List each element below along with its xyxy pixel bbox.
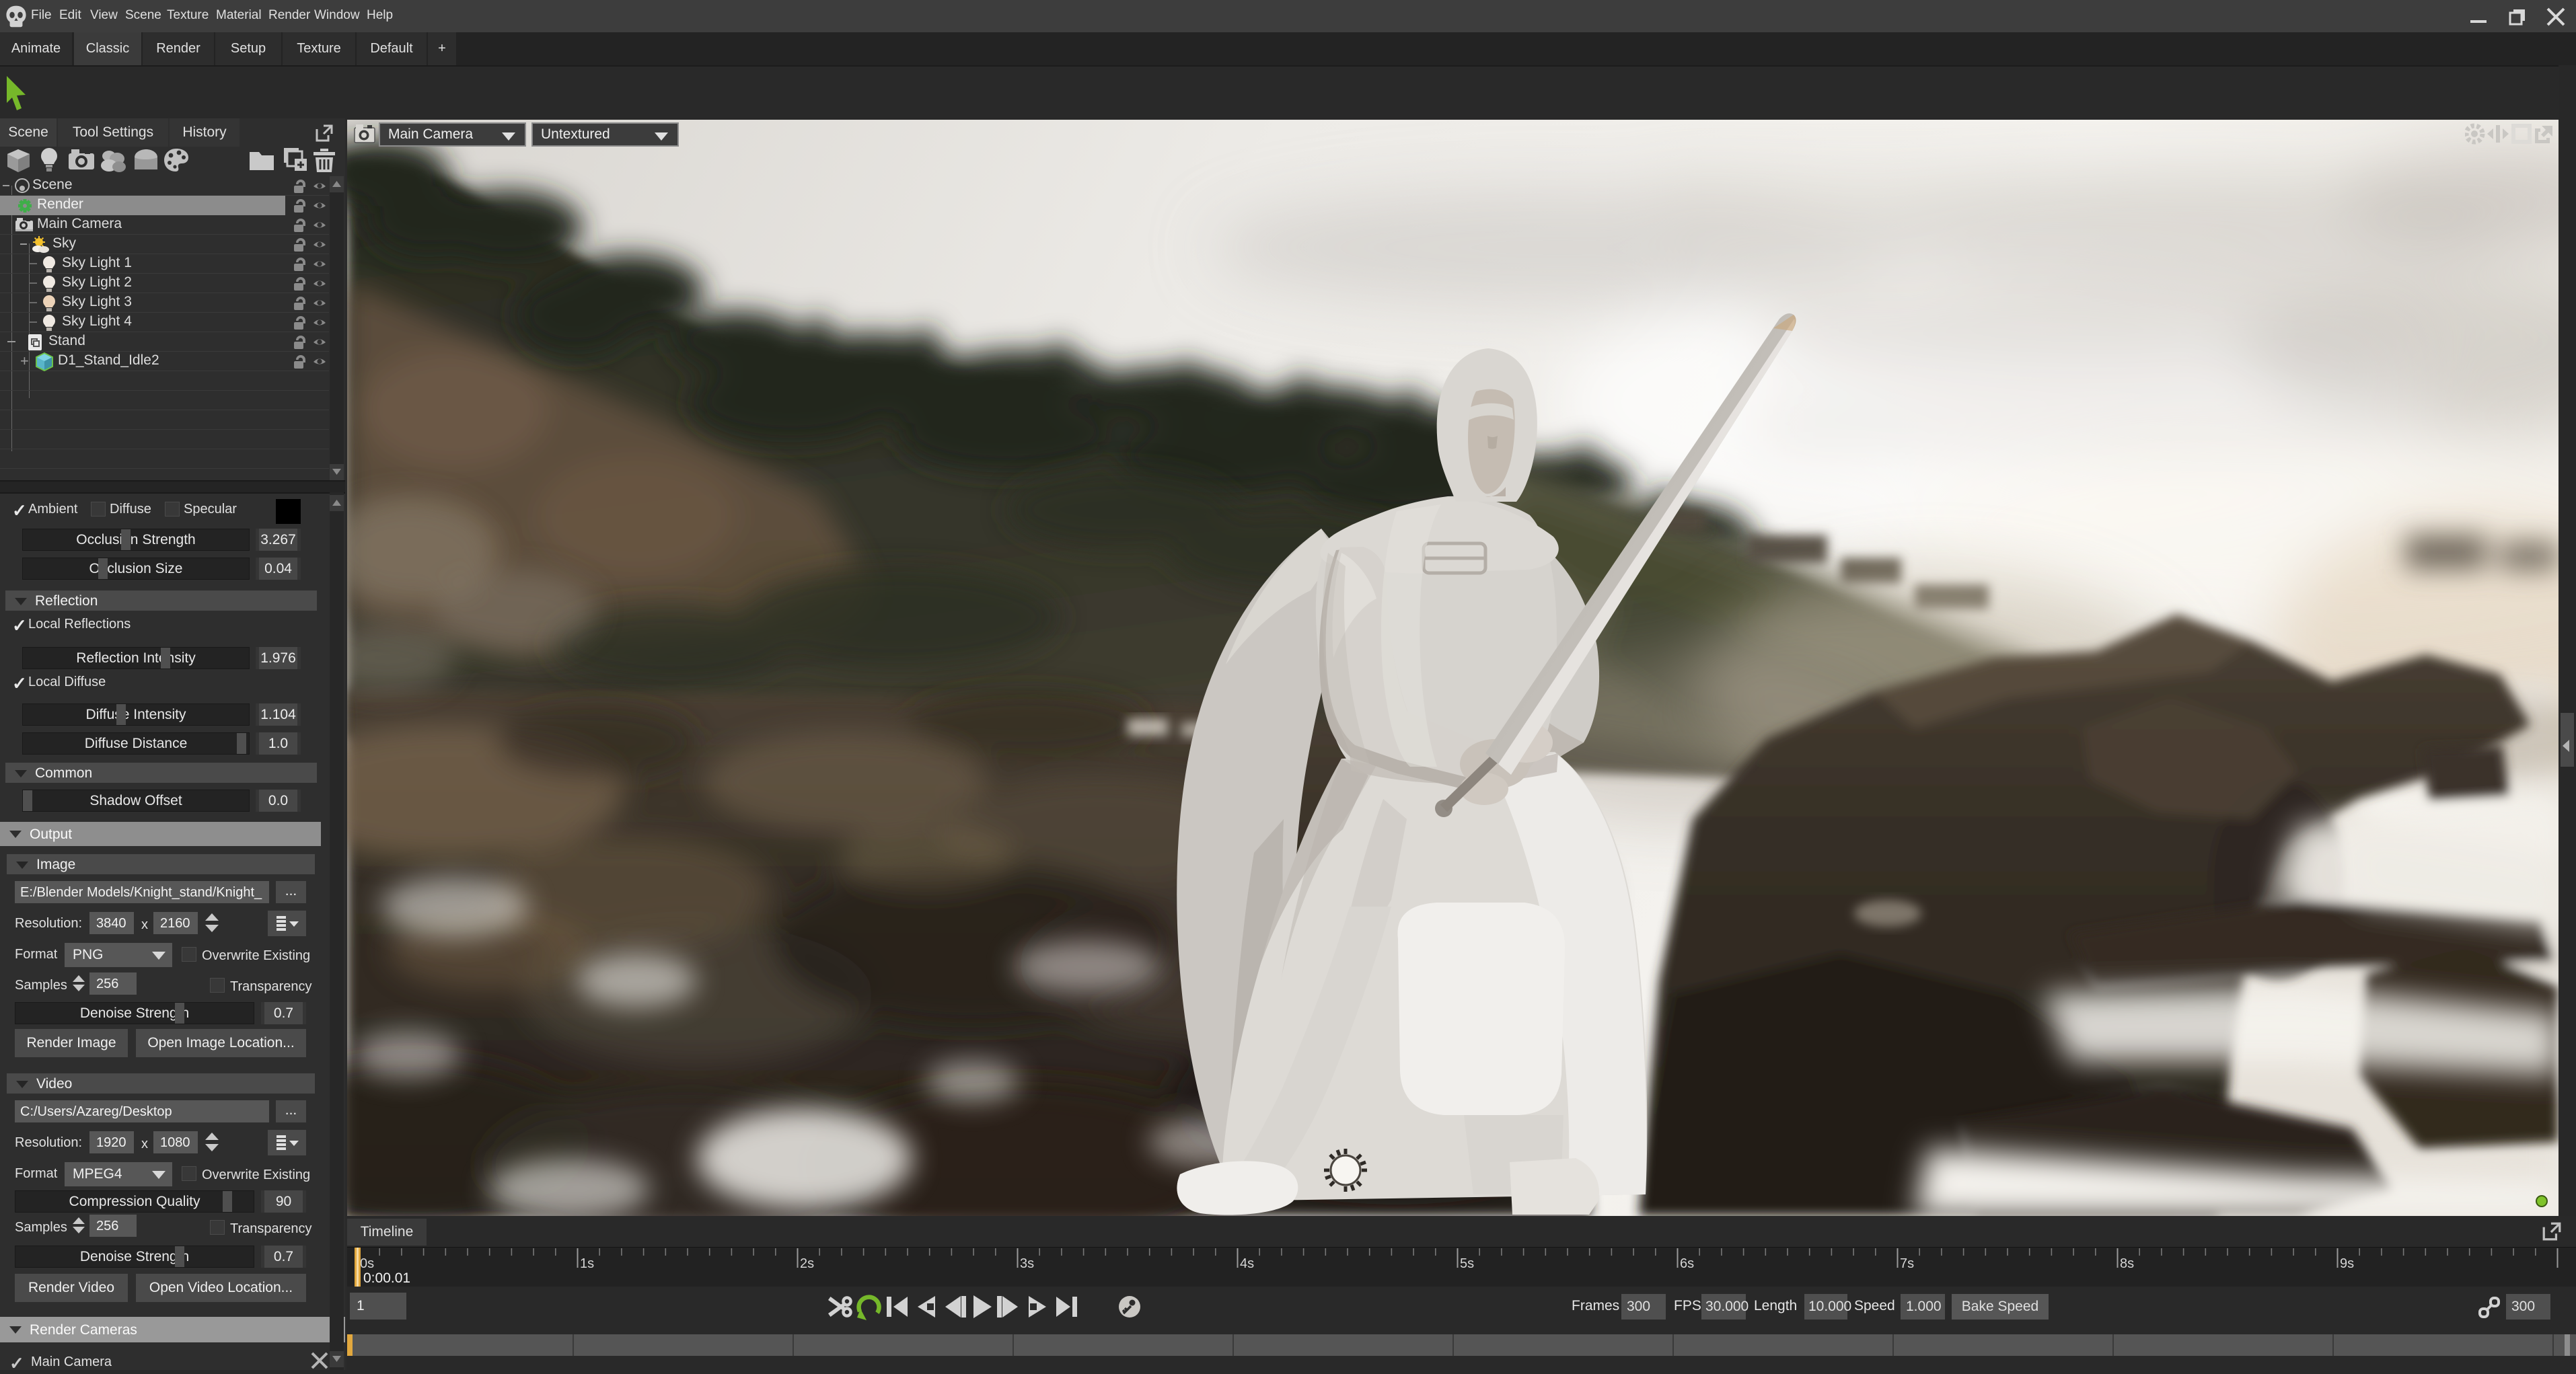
svg-text:5s: 5s [1460, 1256, 1474, 1271]
svg-text:6s: 6s [1680, 1256, 1694, 1271]
svg-text:8s: 8s [2120, 1256, 2134, 1271]
svg-text:3s: 3s [1020, 1256, 1034, 1271]
svg-text:0s: 0s [360, 1256, 374, 1271]
svg-text:9s: 9s [2340, 1256, 2354, 1271]
svg-text:7s: 7s [1900, 1256, 1914, 1271]
svg-text:0:00.01: 0:00.01 [363, 1270, 410, 1286]
svg-text:1s: 1s [580, 1256, 594, 1271]
svg-text:4s: 4s [1240, 1256, 1254, 1271]
svg-text:2s: 2s [800, 1256, 814, 1271]
